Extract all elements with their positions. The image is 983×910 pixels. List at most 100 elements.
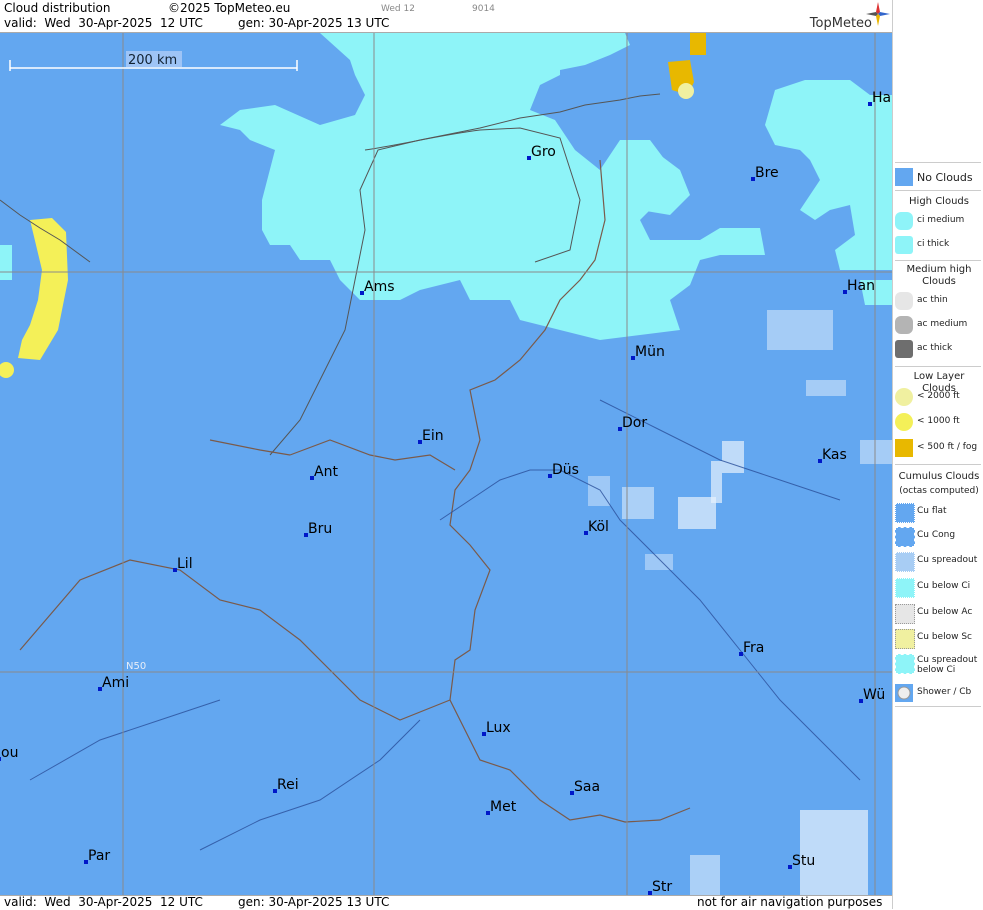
- city-marker[interactable]: Par: [84, 848, 110, 864]
- legend-ci-medium: ci medium: [893, 210, 983, 232]
- legend-cu-heading: Cumulus Clouds: [898, 471, 980, 482]
- city-label: Lux: [486, 720, 511, 736]
- city-label: Rei: [277, 777, 299, 793]
- city-label: Saa: [574, 779, 600, 795]
- topmeteo-logo: TopMeteo: [809, 16, 872, 31]
- scale-label: 200 km: [128, 53, 177, 68]
- city-marker[interactable]: Ha: [868, 90, 891, 106]
- legend-cu-below-ci: Cu below Ci: [893, 576, 983, 598]
- legend-ac-thin: ac thin: [893, 290, 983, 312]
- legend-cu-subheading: (octas computed): [899, 486, 979, 496]
- city-marker[interactable]: Wü: [859, 687, 885, 703]
- disclaimer: not for air navigation purposes: [697, 895, 883, 909]
- swatch-cu-flat: [895, 503, 915, 523]
- city-label: Ein: [422, 428, 444, 444]
- city-marker[interactable]: Dor: [618, 415, 647, 431]
- shower-icon: [897, 686, 911, 700]
- city-marker[interactable]: Han: [843, 278, 875, 294]
- swatch-ac-medium: [895, 316, 913, 334]
- swatch-shower: [895, 684, 913, 702]
- city-marker[interactable]: Lil: [173, 556, 193, 572]
- city-marker[interactable]: Gro: [527, 144, 556, 160]
- city-label: Stu: [792, 853, 815, 869]
- legend-ac-thick: ac thick: [893, 338, 983, 360]
- city-label: Str: [652, 879, 672, 895]
- swatch-cu-cong: [895, 527, 915, 547]
- legend-ci-thick: ci thick: [893, 234, 983, 256]
- tab-code[interactable]: 9014: [472, 4, 495, 14]
- city-label: Lil: [177, 556, 193, 572]
- legend-cu-cong: Cu Cong: [893, 525, 983, 547]
- map-canvas: 200 km N50 Ha Gro Bre Ams Han Mün Ein Dor Ant Kas…: [0, 33, 892, 895]
- valid-time: valid: Wed 30-Apr-2025 12 UTC: [4, 16, 203, 30]
- legend-medium-heading: Medium high Clouds: [906, 264, 972, 287]
- legend-cu-spread-ci: Cu spreadout below Ci: [893, 652, 983, 682]
- city-label: Kas: [822, 447, 847, 463]
- legend-cu-spreadout: Cu spreadout: [893, 550, 983, 572]
- legend-high-heading: High Clouds: [909, 196, 969, 207]
- city-label: Dor: [622, 415, 647, 431]
- legend-low-2000: < 2000 ft: [893, 386, 983, 408]
- city-marker[interactable]: ou: [0, 745, 18, 761]
- cumulus-area: [588, 310, 892, 895]
- swatch-low-2000: [895, 388, 913, 406]
- legend-ac-medium: ac medium: [893, 314, 983, 336]
- tab-day[interactable]: Wed 12: [381, 4, 415, 14]
- city-label: Bru: [308, 521, 332, 537]
- city-marker[interactable]: Ein: [418, 428, 444, 444]
- city-marker[interactable]: Str: [648, 879, 672, 895]
- city-marker[interactable]: Ams: [360, 279, 395, 295]
- city-marker[interactable]: Köl: [584, 519, 609, 535]
- city-marker[interactable]: Fra: [739, 640, 764, 656]
- city-marker[interactable]: Düs: [548, 462, 579, 478]
- city-marker[interactable]: Saa: [570, 779, 600, 795]
- scale-bar: 200 km: [9, 51, 298, 71]
- legend-low-500: < 500 ft / fog: [893, 437, 983, 459]
- city-label: Met: [490, 799, 517, 815]
- ci-cloud-area: [0, 33, 892, 340]
- swatch-ci-thick: [895, 236, 913, 254]
- city-marker[interactable]: Kas: [818, 447, 847, 463]
- city-label: Ant: [314, 464, 338, 480]
- legend-shower: Shower / Cb: [893, 682, 983, 704]
- city-label: Köl: [588, 519, 609, 535]
- footer-valid-time: valid: Wed 30-Apr-2025 12 UTC: [4, 895, 203, 909]
- city-label: Ami: [102, 675, 129, 691]
- copyright: ©2025 TopMeteo.eu: [168, 1, 291, 15]
- swatch-cu-below-sc: [895, 629, 915, 649]
- map-title: Cloud distribution: [4, 1, 111, 15]
- city-label: Ams: [364, 279, 395, 295]
- legend-cu-below-ac: Cu below Ac: [893, 602, 983, 624]
- city-marker[interactable]: Ant: [310, 464, 338, 480]
- grid-label: N50: [126, 661, 146, 672]
- city-marker[interactable]: Rei: [273, 777, 299, 793]
- footer-gen-time: gen: 30-Apr-2025 13 UTC: [238, 895, 390, 909]
- swatch-cu-spread-ci: [895, 654, 915, 674]
- city-marker[interactable]: Lux: [482, 720, 511, 736]
- swatch-no-clouds: [895, 168, 913, 186]
- footer-bar: valid: Wed 30-Apr-2025 12 UTC gen: 30-Ap…: [0, 895, 892, 910]
- header-bar: Cloud distribution ©2025 TopMeteo.eu Wed…: [0, 0, 892, 33]
- compass-icon: [866, 2, 890, 26]
- city-label: Düs: [552, 462, 579, 478]
- city-label: Han: [847, 278, 875, 294]
- city-marker[interactable]: Bre: [751, 165, 779, 181]
- city-marker[interactable]: Bru: [304, 521, 332, 537]
- swatch-low-1000: [895, 413, 913, 431]
- legend-no-clouds: No Clouds: [893, 166, 983, 188]
- city-label: Bre: [755, 165, 779, 181]
- city-marker[interactable]: Stu: [788, 853, 815, 869]
- legend-cu-flat: Cu flat: [893, 501, 983, 523]
- swatch-ac-thick: [895, 340, 913, 358]
- city-marker[interactable]: Ami: [98, 675, 129, 691]
- cloud-map[interactable]: 200 km N50 Ha Gro Bre Ams Han Mün Ein Dor Ant Kas…: [0, 33, 892, 895]
- city-label: Mün: [635, 344, 665, 360]
- city-marker[interactable]: Mün: [631, 344, 665, 360]
- swatch-fog: [895, 439, 913, 457]
- city-label: ou: [1, 745, 18, 761]
- city-marker[interactable]: Met: [486, 799, 517, 815]
- city-label: Gro: [531, 144, 556, 160]
- swatch-cu-below-ac: [895, 604, 915, 624]
- legend-panel: No Clouds High Clouds ci medium ci thick…: [892, 0, 983, 909]
- swatch-ac-thin: [895, 292, 913, 310]
